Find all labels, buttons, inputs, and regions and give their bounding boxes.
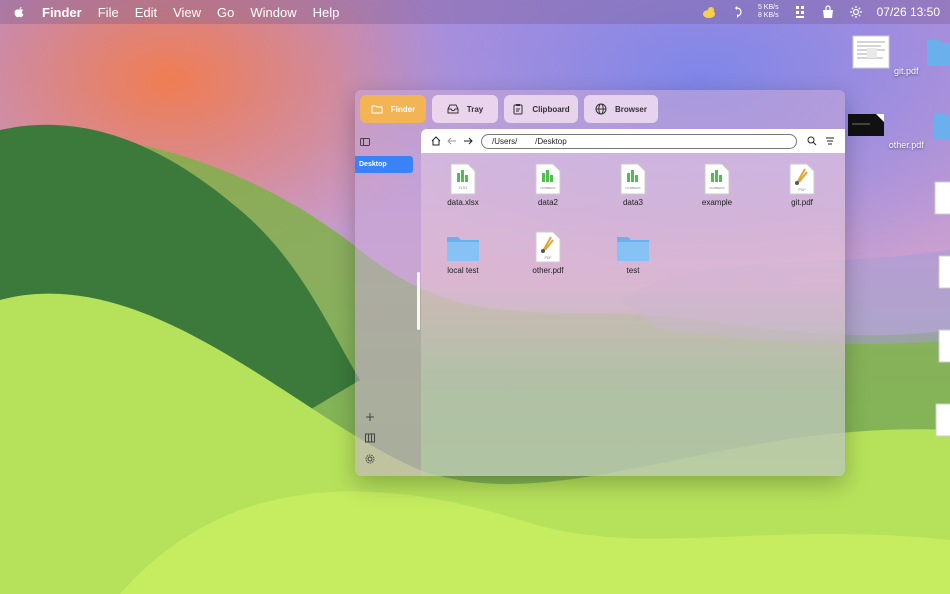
svg-text:PDF: PDF xyxy=(545,256,552,260)
desktop-item[interactable]: t xyxy=(915,108,950,150)
sidebar-tools xyxy=(365,412,375,464)
tab-tray[interactable]: Tray xyxy=(432,95,498,123)
clipboard-icon xyxy=(513,104,523,115)
duck-icon[interactable] xyxy=(702,5,716,19)
bag-icon[interactable] xyxy=(821,5,835,19)
network-speed: 5 KB/s 8 KB/s xyxy=(758,4,779,20)
folder-icon xyxy=(927,40,950,66)
pdf-file-icon: PDF xyxy=(535,231,561,263)
pdf-thumbnail-icon xyxy=(852,35,890,69)
numbers-file-icon: NUMBERS xyxy=(704,163,730,195)
path-toolbar: /Users/ /Desktop xyxy=(421,129,845,153)
tab-label: Tray xyxy=(466,104,484,114)
sort-options-icon[interactable] xyxy=(825,136,835,146)
file-label: data3 xyxy=(622,198,644,207)
desktop-item[interactable]: loca xyxy=(915,34,950,76)
file-browser: /Users/ /Desktop XLSX data.xlsx NUMBERS … xyxy=(421,129,845,476)
folder-icon xyxy=(447,237,479,261)
svg-text:XLSX: XLSX xyxy=(459,186,469,190)
desktop-item[interactable]: git.pdf xyxy=(845,34,925,76)
menu-clock[interactable]: 07/26 13:50 xyxy=(877,5,940,19)
numbers-file-icon: NUMBERS xyxy=(620,163,646,195)
plus-icon[interactable] xyxy=(365,412,375,422)
spreadsheet-file-icon: XLSX xyxy=(450,163,476,195)
document-icon xyxy=(935,403,950,437)
document-icon xyxy=(938,329,950,363)
numbers-file-icon: NUMBERS xyxy=(535,163,561,195)
menu-edit[interactable]: Edit xyxy=(135,5,157,20)
back-arrow-icon[interactable] xyxy=(447,136,457,146)
file-item[interactable]: PDF git.pdf xyxy=(767,163,837,207)
apple-icon[interactable] xyxy=(12,5,26,19)
sidebar-toggle-icon[interactable] xyxy=(360,138,370,146)
sidebar-item-desktop[interactable]: Desktop xyxy=(355,156,413,173)
file-label: example xyxy=(701,198,733,207)
tab-finder[interactable]: Finder xyxy=(360,95,426,123)
desktop-item[interactable]: other.pdf xyxy=(845,108,925,150)
file-label: git.pdf xyxy=(791,198,813,207)
columns-icon[interactable] xyxy=(365,433,375,443)
network-download: 8 KB/s xyxy=(757,12,779,19)
tab-label: Finder xyxy=(390,104,416,114)
search-icon[interactable] xyxy=(807,136,817,146)
file-label: local test xyxy=(447,266,479,275)
svg-text:NUMBERS: NUMBERS xyxy=(625,186,640,190)
file-item[interactable]: PDF other.pdf xyxy=(513,231,583,275)
keyboard-icon[interactable] xyxy=(793,5,807,19)
folder-icon xyxy=(371,105,383,114)
tab-label: Clipboard xyxy=(532,104,570,114)
file-label: data2 xyxy=(537,198,559,207)
panel-tabs: Finder Tray Clipboard Browser xyxy=(360,95,658,123)
menu-go[interactable]: Go xyxy=(217,5,234,20)
svg-text:PDF: PDF xyxy=(799,188,806,192)
tab-browser[interactable]: Browser xyxy=(584,95,658,123)
svg-text:NUMBERS: NUMBERS xyxy=(540,186,555,190)
file-item[interactable]: NUMBERS example xyxy=(682,163,752,207)
tray-icon xyxy=(447,104,459,114)
menu-file[interactable]: File xyxy=(98,5,119,20)
status-area: 5 KB/s 8 KB/s 07/26 13:50 xyxy=(702,0,940,24)
path-field[interactable]: /Users/ /Desktop xyxy=(481,133,797,149)
file-label: other.pdf xyxy=(532,266,564,275)
tab-clipboard[interactable]: Clipboard xyxy=(504,95,578,123)
menu-window[interactable]: Window xyxy=(250,5,296,20)
gear-icon[interactable] xyxy=(365,454,375,464)
desktop-item[interactable]: data xyxy=(915,180,950,222)
network-upload: 5 KB/s xyxy=(757,4,779,11)
brightness-icon[interactable] xyxy=(849,5,863,19)
forward-arrow-icon[interactable] xyxy=(463,136,473,146)
shelf-panel: Finder Tray Clipboard Browser Desktop /U… xyxy=(355,90,845,476)
file-item[interactable]: XLSX data.xlsx xyxy=(428,163,498,207)
sync-icon[interactable] xyxy=(730,5,744,19)
desktop-item[interactable]: exa xyxy=(915,402,950,444)
folder-icon xyxy=(617,237,649,261)
toolbar-actions xyxy=(807,136,835,146)
menu-view[interactable]: View xyxy=(173,5,201,20)
file-item[interactable]: NUMBERS data3 xyxy=(598,163,668,207)
svg-text:NUMBERS: NUMBERS xyxy=(709,186,724,190)
menu-help[interactable]: Help xyxy=(313,5,340,20)
file-item[interactable]: test xyxy=(598,231,668,275)
home-icon[interactable] xyxy=(431,136,441,146)
file-item[interactable]: local test xyxy=(428,231,498,275)
menu-app-name[interactable]: Finder xyxy=(42,5,82,20)
desktop-item[interactable]: da xyxy=(915,328,950,370)
pdf-thumbnail-icon xyxy=(848,114,885,136)
tab-label: Browser xyxy=(614,104,647,114)
file-label: data.xlsx xyxy=(447,198,479,207)
pdf-file-icon: PDF xyxy=(789,163,815,195)
folder-icon xyxy=(934,114,950,140)
file-label: test xyxy=(626,266,640,275)
globe-icon xyxy=(595,103,607,115)
menu-bar: Finder File Edit View Go Window Help 5 K… xyxy=(0,0,950,24)
file-item[interactable]: NUMBERS data2 xyxy=(513,163,583,207)
desktop-item[interactable]: da xyxy=(915,254,950,296)
resize-handle[interactable] xyxy=(417,272,420,330)
document-icon xyxy=(938,255,950,289)
document-icon xyxy=(934,181,950,215)
